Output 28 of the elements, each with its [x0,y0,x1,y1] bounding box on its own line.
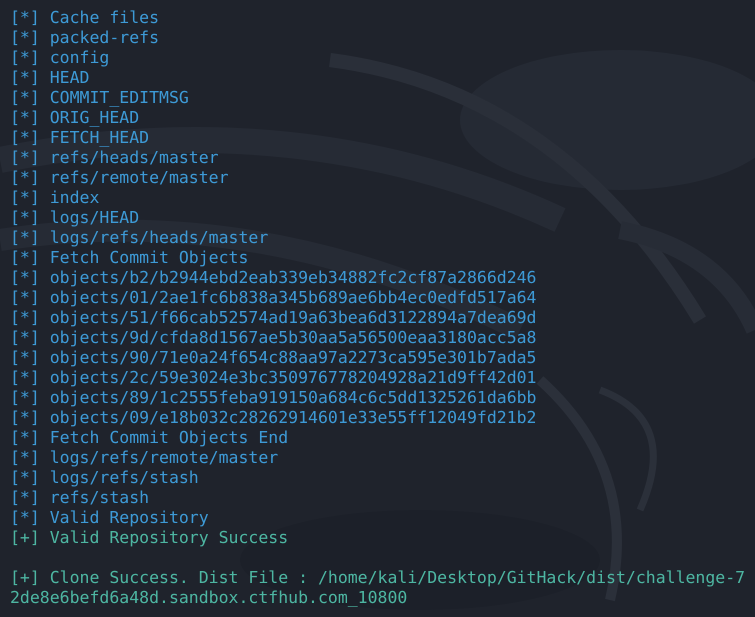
terminal-line: [*] objects/b2/b2944ebd2eab339eb34882fc2cf87a2866d246 [10,268,536,288]
terminal-line: [*] refs/heads/master [10,148,219,168]
terminal-line: [*] objects/09/e18b032c28262914601e33e55ff12049fd21b2 [10,408,536,428]
terminal-line: [*] ORIG_HEAD [10,108,140,128]
terminal-line: [*] objects/51/f66cab52574ad19a63bea6d3122894a7dea69d [10,308,536,328]
terminal-line: [*] COMMIT_EDITMSG [10,88,189,108]
terminal-line: [*] refs/stash [10,488,150,508]
terminal-line: [*] objects/01/2ae1fc6b838a345b689ae6bb4ec0edfd517a64 [10,288,536,308]
terminal-line: [*] Fetch Commit Objects End [10,428,288,448]
terminal-line: [+] Valid Repository Success [10,528,288,548]
terminal-line: [*] FETCH_HEAD [10,128,150,148]
terminal-line: [*] objects/90/71e0a24f654c88aa97a2273ca595e301b7ada5 [10,348,536,368]
terminal-line: [*] Valid Repository [10,508,209,528]
terminal-line: [*] Cache files [10,8,160,28]
terminal-line: [*] index [10,188,100,208]
terminal-line: [*] HEAD [10,68,90,88]
terminal-line: [*] logs/refs/stash [10,468,199,488]
terminal-line: [*] logs/refs/heads/master [10,228,268,248]
terminal-line: [*] logs/refs/remote/master [10,448,278,468]
terminal-line: [*] packed-refs [10,28,160,48]
terminal-line: [+] Clone Success. Dist File : /home/kali/Desktop/GitHack/dist/challenge-72de8e6befd6a48d.sandbox.ctfhub.com_10800 [10,568,746,608]
terminal-line: [*] objects/9d/cfda8d1567ae5b30aa5a56500eaa3180acc5a8 [10,328,536,348]
terminal-line: [*] Fetch Commit Objects [10,248,248,268]
terminal-line: [*] config [10,48,110,68]
terminal-line: [*] logs/HEAD [10,208,140,228]
terminal-line: [*] objects/89/1c2555feba919150a684c6c5dd1325261da6bb [10,388,536,408]
terminal-line: [*] objects/2c/59e3024e3bc350976778204928a21d9ff42d01 [10,368,536,388]
terminal-line: [*] refs/remote/master [10,168,229,188]
